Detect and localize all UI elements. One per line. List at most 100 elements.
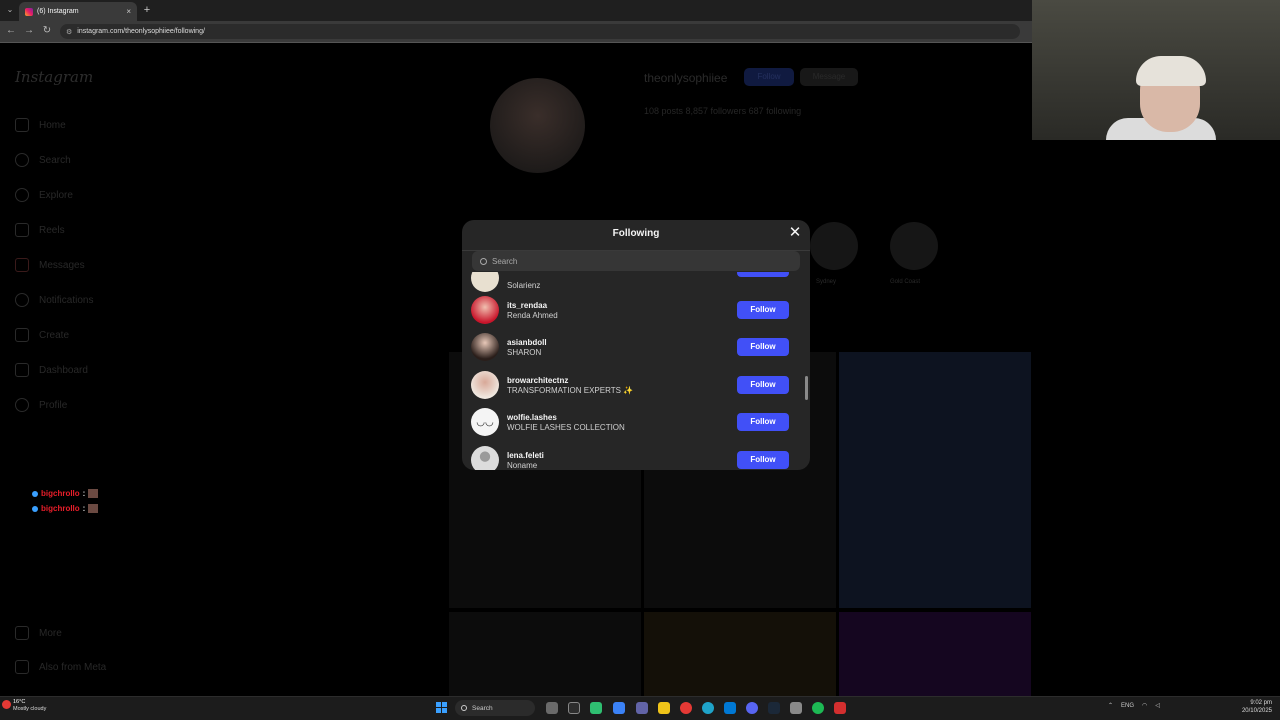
- post-thumbnail[interactable]: [839, 352, 1031, 608]
- reload-icon[interactable]: ↻: [40, 24, 54, 38]
- home-icon: [15, 118, 29, 132]
- list-item[interactable]: asianbdoll SHARON Follow: [471, 329, 801, 365]
- post-thumbnail[interactable]: [839, 612, 1031, 696]
- sidebar-item-label: More: [39, 627, 62, 639]
- user-username[interactable]: lena.feleti: [507, 451, 544, 460]
- settings-icon[interactable]: [790, 702, 802, 714]
- taskbar-clock[interactable]: 9:02 pm 20/10/2025: [1232, 699, 1272, 715]
- back-icon[interactable]: ←: [4, 24, 18, 38]
- follow-button[interactable]: Follow: [737, 451, 789, 469]
- browser-tab[interactable]: (6) Instagram ×: [19, 2, 137, 21]
- browser-tab-bar: [0, 0, 1032, 21]
- weather-widget[interactable]: 16°C Mostly cloudy: [13, 699, 46, 713]
- follow-button[interactable]: Follow: [737, 376, 789, 394]
- taskbar-search[interactable]: Search: [455, 700, 535, 716]
- windows-start-icon[interactable]: [436, 702, 447, 713]
- meta-icon: [15, 660, 29, 674]
- post-thumbnail[interactable]: [449, 612, 641, 696]
- file-explorer-icon[interactable]: [658, 702, 670, 714]
- edge-icon[interactable]: [702, 702, 714, 714]
- profile-stats: 108 posts 8,857 followers 687 following: [644, 106, 802, 116]
- chrome-icon[interactable]: [680, 702, 692, 714]
- user-username[interactable]: wolfie.lashes: [507, 413, 625, 422]
- task-view-icon[interactable]: [568, 702, 580, 714]
- instagram-logo[interactable]: Instagram: [15, 68, 93, 86]
- sidebar-item-profile[interactable]: Profile: [15, 396, 155, 414]
- follow-button[interactable]: Follow: [737, 413, 789, 431]
- list-item[interactable]: lena.feleti Noname Follow: [471, 442, 801, 470]
- list-item[interactable]: its_rendaa Renda Ahmed Follow: [471, 292, 801, 328]
- sidebar-item-more[interactable]: More: [15, 624, 155, 642]
- sidebar-item-label: Messages: [39, 259, 85, 271]
- sidebar-item-messages[interactable]: Messages: [15, 256, 155, 274]
- plus-icon: [15, 328, 29, 342]
- taskbar-app-icon[interactable]: [834, 702, 846, 714]
- taskbar-app-icon[interactable]: [613, 702, 625, 714]
- address-bar[interactable]: ⚙ instagram.com/theonlysophiiee/followin…: [60, 24, 1020, 39]
- user-fullname: Renda Ahmed: [507, 310, 558, 320]
- highlight-label: Sydney: [816, 279, 837, 285]
- sidebar-item-create[interactable]: Create: [15, 326, 155, 344]
- avatar[interactable]: [471, 272, 499, 292]
- taskbar-app-icon[interactable]: [590, 702, 602, 714]
- discord-icon[interactable]: [746, 702, 758, 714]
- avatar[interactable]: [471, 296, 499, 324]
- weather-desc: Mostly cloudy: [13, 706, 47, 712]
- follow-button[interactable]: Follow: [737, 301, 789, 319]
- steam-icon[interactable]: [768, 702, 780, 714]
- spotify-icon[interactable]: [812, 702, 824, 714]
- weather-icon[interactable]: [2, 700, 11, 709]
- wifi-icon[interactable]: ◠: [1142, 702, 1147, 709]
- volume-icon[interactable]: ◁: [1155, 702, 1160, 709]
- language-indicator[interactable]: ENG: [1121, 703, 1134, 709]
- sidebar-item-home[interactable]: Home: [15, 116, 155, 134]
- tab-search-icon[interactable]: ⌄: [4, 4, 16, 16]
- sidebar-item-dashboard[interactable]: Dashboard: [15, 361, 155, 379]
- user-username[interactable]: browarchitectnz: [507, 376, 633, 385]
- sidebar-item-explore[interactable]: Explore: [15, 186, 155, 204]
- highlight-gold-coast[interactable]: [890, 222, 938, 270]
- list-item[interactable]: ◡◡ wolfie.lashes WOLFIE LASHES COLLECTION…: [471, 404, 801, 440]
- post-thumbnail[interactable]: [644, 612, 836, 696]
- chevron-up-icon[interactable]: ⌃: [1108, 702, 1113, 709]
- search-icon: [15, 153, 29, 167]
- new-tab-button[interactable]: +: [141, 3, 153, 17]
- heart-icon: [15, 293, 29, 307]
- user-fullname: WOLFIE LASHES COLLECTION: [507, 422, 625, 432]
- teams-icon[interactable]: [636, 702, 648, 714]
- profile-follow-label: Follow: [757, 72, 781, 81]
- avatar[interactable]: [471, 446, 499, 470]
- forward-icon[interactable]: →: [22, 24, 36, 38]
- user-fullname: Noname: [507, 460, 538, 470]
- avatar[interactable]: ◡◡: [471, 408, 499, 436]
- sidebar-item-notifications[interactable]: Notifications: [15, 291, 155, 309]
- follow-button[interactable]: Follow: [737, 338, 789, 356]
- profile-follow-button[interactable]: Follow: [744, 68, 794, 86]
- scrollbar[interactable]: [805, 376, 808, 400]
- sidebar-item-label: Reels: [39, 224, 65, 236]
- sidebar-item-search[interactable]: Search: [15, 151, 155, 169]
- avatar[interactable]: [471, 333, 499, 361]
- avatar[interactable]: [471, 371, 499, 399]
- store-icon[interactable]: [724, 702, 736, 714]
- profile-message-button[interactable]: Message: [800, 68, 858, 86]
- chat-username: bigchrollo: [41, 489, 80, 498]
- sidebar-item-meta[interactable]: Also from Meta: [15, 658, 155, 676]
- system-tray[interactable]: ⌃ ENG ◠ ◁: [1108, 702, 1160, 710]
- sidebar-item-reels[interactable]: Reels: [15, 221, 155, 239]
- list-item[interactable]: browarchitectnz TRANSFORMATION EXPERTS ✨ …: [471, 367, 801, 403]
- user-username[interactable]: its_rendaa: [507, 301, 558, 310]
- tab-close-icon[interactable]: ×: [126, 7, 131, 16]
- profile-avatar[interactable]: [490, 78, 585, 173]
- taskbar-app-icon[interactable]: [546, 702, 558, 714]
- search-input[interactable]: Search: [472, 251, 800, 271]
- search-placeholder: Search: [492, 256, 518, 266]
- clock-date: 20/10/2025: [1241, 708, 1272, 714]
- follow-button[interactable]: [737, 272, 789, 277]
- close-icon[interactable]: ✕: [787, 225, 803, 241]
- highlight-sydney[interactable]: [810, 222, 858, 270]
- user-username[interactable]: asianbdoll: [507, 338, 547, 347]
- site-info-icon[interactable]: ⚙: [66, 28, 72, 36]
- chat-message: bigchrollo :: [32, 489, 99, 498]
- following-list[interactable]: Solarienz its_rendaa Renda Ahmed Follow a…: [462, 272, 810, 470]
